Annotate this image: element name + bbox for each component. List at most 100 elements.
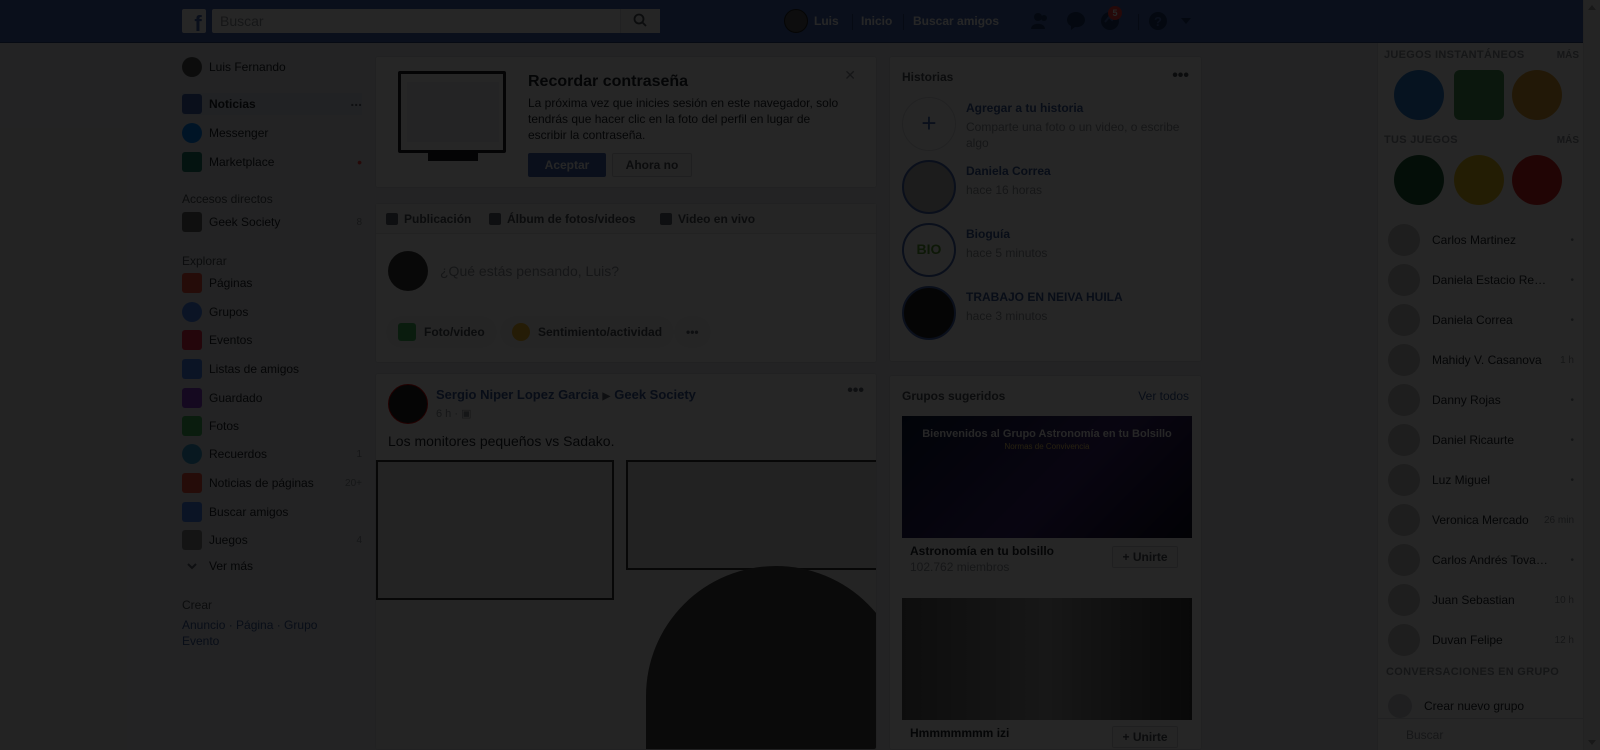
chat-contact[interactable]: Carlos Martinez • — [1388, 223, 1578, 257]
search-input[interactable]: Buscar — [212, 9, 660, 33]
chat-contact[interactable]: Luz Miguel • — [1388, 463, 1578, 497]
story-item[interactable]: TRABAJO EN NEIVA HUILA hace 3 minutos — [902, 286, 1192, 342]
join-group-button[interactable]: + Unirte — [1112, 726, 1178, 748]
avatar — [1388, 344, 1420, 376]
not-now-button[interactable]: Ahora no — [612, 153, 692, 177]
messenger-icon[interactable] — [1066, 11, 1086, 31]
more-options-button[interactable]: ••• — [674, 316, 711, 348]
search-button[interactable] — [620, 9, 660, 33]
post-group-link[interactable]: Geek Society — [614, 387, 696, 402]
sidebar-item-groups[interactable]: Grupos — [182, 301, 362, 323]
bookmark-icon — [182, 388, 202, 408]
friend-requests-icon[interactable] — [1030, 11, 1050, 31]
avatar — [902, 160, 956, 214]
sidebar-item-geek-society[interactable]: Geek Society 8 — [182, 211, 362, 233]
profile-nav-link[interactable]: Luis — [784, 9, 839, 33]
sidebar-item-label: Grupos — [209, 305, 249, 319]
story-item[interactable]: BIO Bioguía hace 5 minutos — [902, 223, 1192, 279]
chat-contact[interactable]: Daniel Ricaurte • — [1388, 423, 1578, 457]
game-icon[interactable] — [1394, 155, 1444, 205]
story-name: Bioguía — [966, 227, 1010, 241]
post-timestamp[interactable]: 6 h — [436, 408, 451, 420]
chevron-down-icon[interactable] — [1180, 15, 1192, 27]
nav-divider — [852, 14, 853, 30]
home-link[interactable]: Inicio — [861, 14, 892, 28]
group-cover-image[interactable] — [902, 598, 1192, 720]
tab-live-video[interactable]: Video en vivo — [660, 212, 755, 226]
game-icon[interactable] — [1454, 70, 1504, 120]
add-story[interactable]: + Agregar a tu historia Comparte una fot… — [902, 97, 1192, 153]
find-friends-link[interactable]: Buscar amigos — [913, 14, 999, 28]
avatar — [388, 251, 428, 291]
chat-search-input[interactable]: Buscar — [1378, 718, 1583, 750]
chat-contact[interactable]: Juan Sebastian 10 h — [1388, 583, 1578, 617]
sidebar-item-pages[interactable]: Páginas — [182, 272, 362, 294]
sidebar-item-marketplace[interactable]: Marketplace • — [182, 151, 362, 173]
accept-button[interactable]: Aceptar — [528, 153, 606, 177]
sidebar-item-pages-feed[interactable]: Noticias de páginas 20+ — [182, 472, 362, 494]
game-icon[interactable] — [1394, 70, 1444, 120]
more-link[interactable]: MÁS — [1557, 50, 1579, 61]
chat-contact[interactable]: Duvan Felipe 12 h — [1388, 623, 1578, 657]
sidebar-item-profile[interactable]: Luis Fernando — [182, 56, 362, 78]
scroll-down-arrow-icon[interactable] — [1588, 740, 1596, 745]
chat-contact[interactable]: Veronica Mercado 26 min — [1388, 503, 1578, 537]
feeling-activity-button[interactable]: Sentimiento/actividad — [500, 316, 675, 348]
sidebar-item-events[interactable]: Eventos — [182, 329, 362, 351]
eight-ball-icon[interactable] — [1454, 155, 1504, 205]
post-header: Sergio Niper Lopez Garcia ▶ Geek Society — [436, 387, 696, 402]
game-icon[interactable] — [1512, 70, 1562, 120]
more-link[interactable]: MÁS — [1557, 135, 1579, 146]
join-group-button[interactable]: + Unirte — [1112, 546, 1178, 568]
group-name[interactable]: Hmmmmmmm izi — [910, 726, 1009, 740]
sidebar-item-games[interactable]: Juegos 4 — [182, 529, 362, 551]
story-time: hace 16 horas — [966, 183, 1043, 197]
post-image[interactable] — [376, 460, 876, 749]
composer-input[interactable]: ¿Qué estás pensando, Luis? — [440, 263, 619, 279]
tab-photo-album[interactable]: Álbum de fotos/videos — [489, 212, 636, 226]
help-icon[interactable]: ? — [1148, 11, 1168, 31]
see-all-link[interactable]: Ver todos — [1138, 389, 1189, 403]
sidebar-item-label: Noticias de páginas — [209, 476, 314, 490]
sidebar-item-photos[interactable]: Fotos — [182, 415, 362, 437]
more-options-icon[interactable]: ... — [350, 93, 362, 109]
sidebar-item-find-friends[interactable]: Buscar amigos — [182, 501, 362, 523]
stories-title: Historias — [902, 70, 954, 84]
group-cover-image[interactable]: Bienvenidos al Grupo Astronomía en tu Bo… — [902, 416, 1192, 538]
sidebar-item-count: 8 — [356, 216, 362, 228]
group-conversations-title: CONVERSACIONES EN GRUPO — [1386, 666, 1560, 678]
sidebar-item-memories[interactable]: Recuerdos 1 — [182, 443, 362, 465]
create-links[interactable]: Anuncio · Página · Grupo — [182, 618, 317, 632]
more-options-icon[interactable]: ••• — [847, 382, 864, 400]
game-icon[interactable] — [1512, 155, 1562, 205]
sidebar-item-friend-lists[interactable]: Listas de amigos — [182, 358, 362, 380]
group-icon — [182, 212, 202, 232]
sidebar-item-saved[interactable]: Guardado — [182, 387, 362, 409]
contact-name: Mahidy V. Casanova — [1432, 353, 1542, 367]
photo-video-button[interactable]: Foto/video — [386, 316, 497, 348]
group-name[interactable]: Astronomía en tu bolsillo — [910, 544, 1054, 558]
sidebar-item-news-feed[interactable]: Noticias ... — [182, 93, 362, 115]
groups-icon — [182, 302, 202, 322]
sidebar-item-messenger[interactable]: Messenger — [182, 122, 362, 144]
avatar — [1388, 304, 1420, 336]
chat-contact[interactable]: Danny Rojas • — [1388, 383, 1578, 417]
close-icon[interactable]: ✕ — [844, 67, 856, 84]
see-more-link[interactable]: Ver más — [182, 555, 362, 577]
post-author-link[interactable]: Sergio Niper Lopez Garcia — [436, 387, 599, 402]
calendar-icon — [182, 330, 202, 350]
add-story-subtitle: Comparte una foto o un video, o escribe … — [966, 120, 1180, 150]
create-event-link[interactable]: Evento — [182, 634, 219, 648]
chat-contact[interactable]: Mahidy V. Casanova 1 h — [1388, 343, 1578, 377]
page-scrollbar[interactable] — [1583, 0, 1600, 750]
more-options-icon[interactable]: ••• — [1172, 67, 1189, 85]
avatar[interactable] — [388, 384, 428, 424]
chat-contact[interactable]: Daniela Correa • — [1388, 303, 1578, 337]
facebook-logo-icon[interactable]: f — [182, 9, 206, 33]
chat-contact[interactable]: Carlos Andrés Tovar ... • — [1388, 543, 1578, 577]
scroll-up-arrow-icon[interactable] — [1588, 5, 1596, 10]
chat-contact[interactable]: Daniela Estacio Reyes • — [1388, 263, 1578, 297]
avatar — [1388, 464, 1420, 496]
tab-publication[interactable]: Publicación — [386, 212, 471, 226]
story-item[interactable]: Daniela Correa hace 16 horas — [902, 160, 1192, 216]
